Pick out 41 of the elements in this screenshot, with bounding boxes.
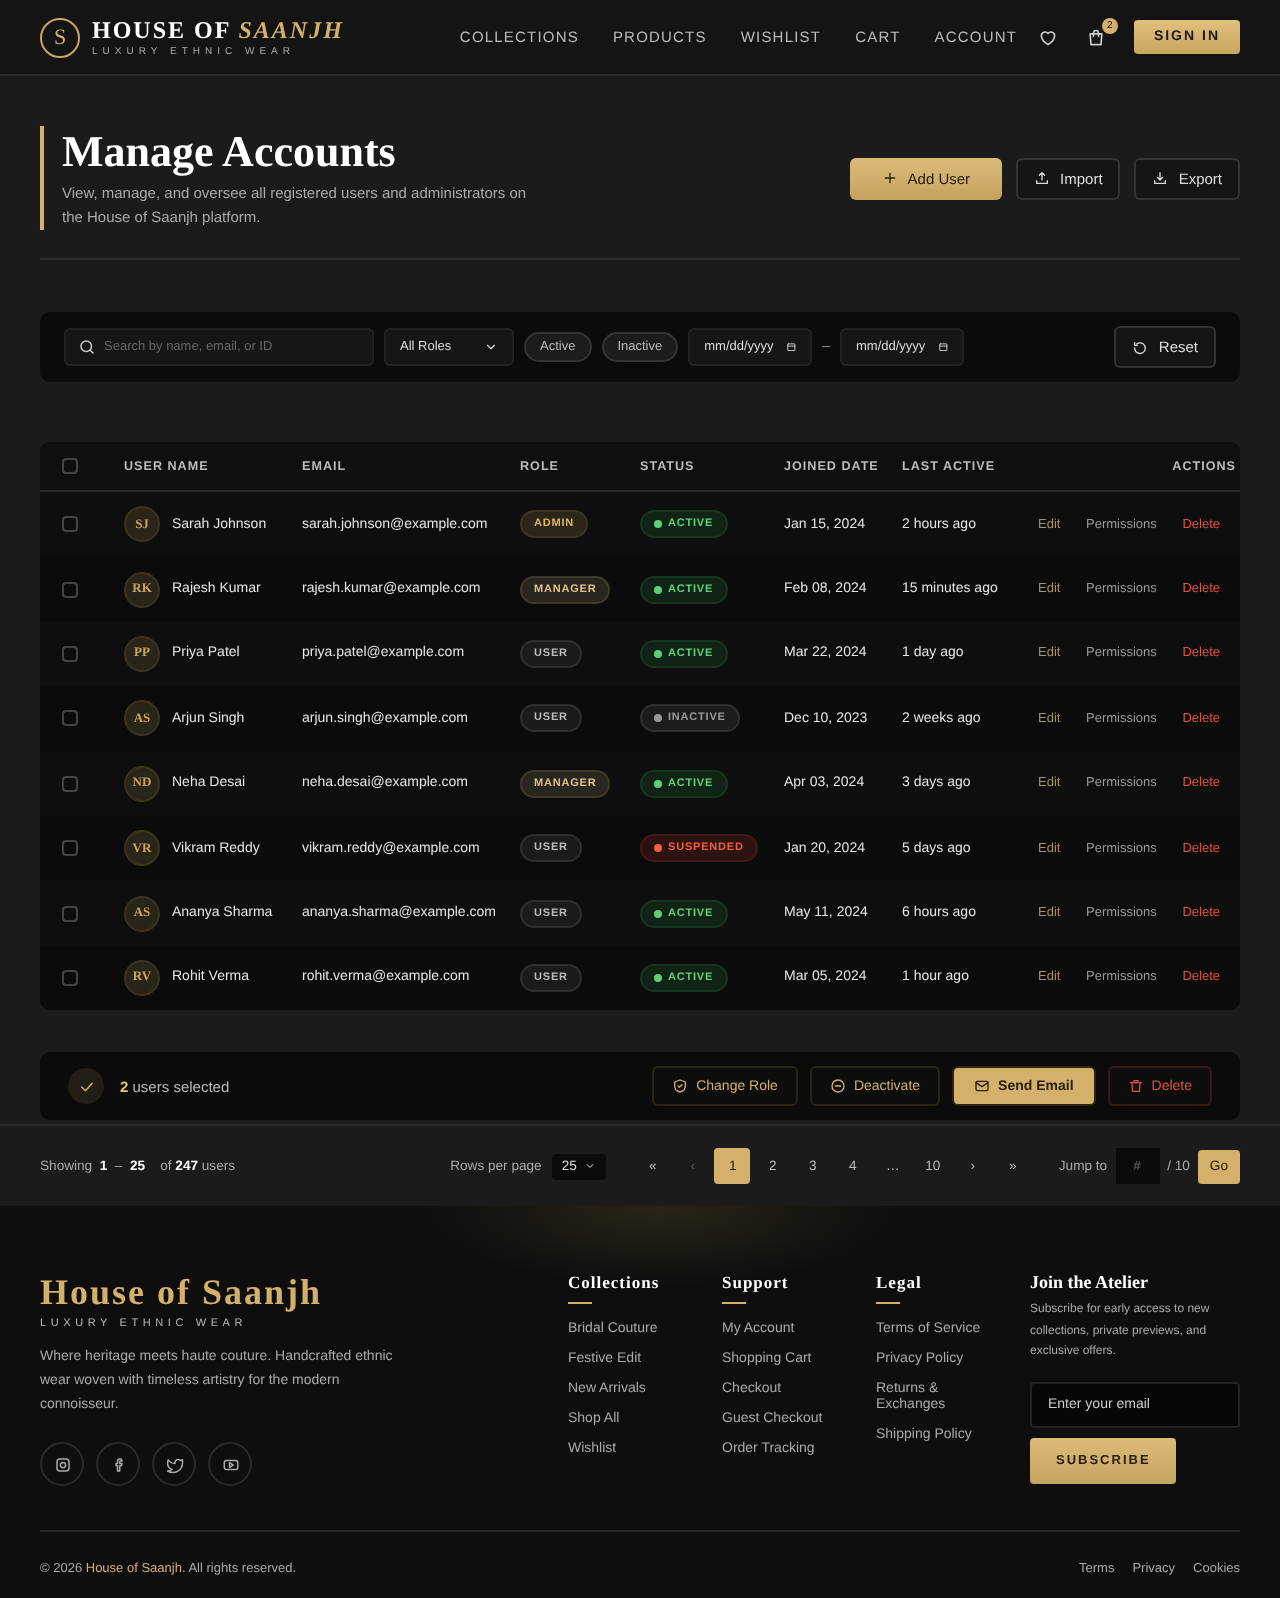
chevron-down-icon (484, 340, 498, 354)
bird-icon (165, 1455, 183, 1474)
row-checkbox[interactable] (62, 775, 78, 792)
upload-icon (1034, 170, 1051, 186)
calendar-icon (785, 340, 797, 354)
logo-mark[interactable]: S (40, 17, 80, 57)
check-icon (77, 1077, 95, 1096)
row-checkbox[interactable] (62, 840, 78, 857)
trash-icon (1127, 1078, 1144, 1095)
row-checkbox[interactable] (62, 710, 78, 727)
row-checkbox[interactable] (62, 581, 78, 598)
calendar-icon (937, 340, 949, 354)
bag-icon (1085, 27, 1106, 47)
row-checkbox[interactable] (62, 969, 78, 986)
footer-column-title: Collections (568, 1272, 662, 1293)
page-title: Manage Accounts (62, 126, 398, 178)
social-button[interactable] (152, 1442, 196, 1487)
search-icon (78, 338, 96, 356)
play-icon (221, 1455, 239, 1474)
row-checkbox[interactable] (62, 516, 78, 533)
download-icon (1152, 170, 1169, 186)
social-button[interactable] (208, 1442, 252, 1487)
brand-name[interactable]: HOUSE OF SAANJH (92, 16, 344, 46)
social-button[interactable] (96, 1442, 140, 1487)
select-all-checkbox[interactable] (62, 458, 78, 474)
plus-icon (881, 170, 898, 186)
instagram-icon (53, 1455, 71, 1474)
shield-icon (672, 1078, 689, 1095)
facebook-icon (109, 1455, 127, 1474)
footer-column-title: Legal (876, 1272, 924, 1293)
row-checkbox[interactable] (62, 645, 78, 662)
social-button[interactable] (40, 1442, 84, 1487)
footer-brand: House of Saanjh (40, 1272, 325, 1313)
reset-icon (1132, 339, 1149, 355)
footer-column-title: Support (722, 1272, 791, 1293)
row-checkbox[interactable] (62, 905, 78, 922)
heart-icon (1037, 27, 1058, 47)
circle-minus-icon (829, 1078, 846, 1095)
mail-icon (974, 1078, 991, 1095)
chevron-down-icon (584, 1160, 597, 1173)
newsletter-title: Join the Atelier (1030, 1272, 1150, 1293)
